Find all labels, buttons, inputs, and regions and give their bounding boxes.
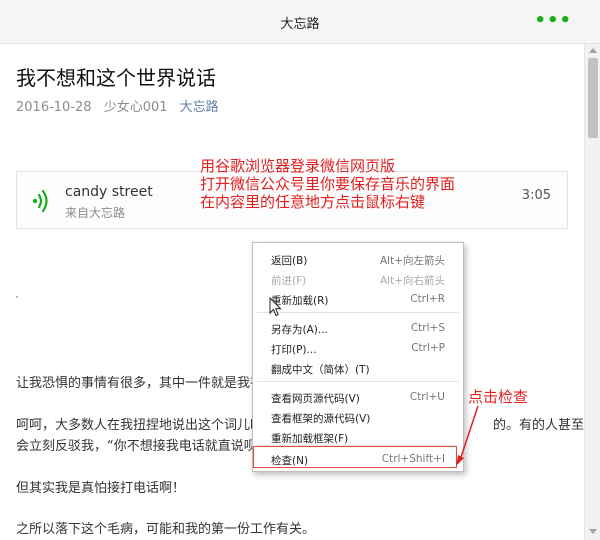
menu-item-save-as[interactable]: 另存为(A)... Ctrl+S bbox=[253, 318, 463, 338]
window-title: 大忘路 bbox=[280, 17, 320, 32]
article-author: 少女心001 bbox=[103, 100, 168, 115]
instruction-annotation: 用谷歌浏览器登录微信网页版 打开微信公众号里你要保存音乐的界面 在内容里的任意地… bbox=[200, 157, 455, 211]
context-menu: 返回(B) Alt+向左箭头 前进(F) Alt+向右箭头 重新加载(R) Ct… bbox=[252, 242, 464, 472]
article-title: 我不想和这个世界说话 bbox=[16, 66, 216, 90]
instruction-step: 打开微信公众号里你要保存音乐的界面 bbox=[200, 175, 456, 193]
menu-item-reload-frame[interactable]: 重新加载框架(F) bbox=[253, 427, 463, 447]
menu-item-label: 查看框架的源代码(V) bbox=[271, 413, 371, 425]
song-title: candy street bbox=[65, 184, 153, 200]
menu-separator bbox=[257, 312, 459, 313]
menu-item-print[interactable]: 打印(P)... Ctrl+P bbox=[253, 338, 463, 358]
vertical-scrollbar[interactable] bbox=[584, 44, 600, 540]
menu-item-forward[interactable]: 前进(F) Alt+向右箭头 bbox=[253, 269, 463, 289]
paragraph: 但其实我是真怕接打电话啊！ bbox=[16, 481, 186, 496]
sound-wave-icon[interactable] bbox=[31, 189, 51, 213]
menu-item-shortcut: Alt+向左箭头 bbox=[379, 255, 445, 267]
article-meta: 2016-10-28 少女心001 大忘路 bbox=[16, 96, 227, 115]
account-link[interactable]: 大忘路 bbox=[180, 100, 219, 115]
menu-item-label: 重新加载框架(F) bbox=[271, 433, 349, 445]
song-duration: 3:05 bbox=[521, 188, 551, 203]
paragraph: 的。有的人甚至 bbox=[493, 418, 585, 433]
menu-item-reload[interactable]: 重新加载(R) Ctrl+R bbox=[253, 289, 463, 309]
menu-item-translate[interactable]: 翻成中文（简体）(T) bbox=[253, 358, 463, 378]
menu-item-back[interactable]: 返回(B) Alt+向左箭头 bbox=[253, 249, 463, 269]
menu-item-label: 另存为(A)... bbox=[271, 324, 328, 336]
menu-item-shortcut: Ctrl+R bbox=[410, 293, 445, 305]
divider-dot bbox=[16, 296, 18, 298]
more-dots-icon[interactable]: ••• bbox=[534, 12, 572, 30]
arrow-icon bbox=[456, 405, 479, 466]
paragraph: 之所以落下这个毛病，可能和我的第一份工作有关。 bbox=[16, 522, 316, 537]
article-date: 2016-10-28 bbox=[16, 100, 92, 115]
paragraph: 让我恐惧的事情有很多，其中一件就是我有 bbox=[16, 376, 264, 391]
song-source: 来自大忘路 bbox=[65, 206, 126, 220]
mouse-cursor-icon bbox=[269, 297, 282, 317]
paragraph: 会立刻反驳我，“你不想接我电话就直说呗 bbox=[16, 439, 257, 454]
inspect-highlight-box bbox=[253, 446, 457, 468]
scroll-up-icon[interactable] bbox=[589, 48, 597, 53]
instruction-step: 用谷歌浏览器登录微信网页版 bbox=[200, 157, 396, 175]
instruction-step: 在内容里的任意地方点击鼠标右键 bbox=[200, 193, 426, 211]
title-bar: 大忘路 ••• bbox=[0, 0, 600, 44]
scroll-down-icon[interactable] bbox=[589, 529, 597, 534]
menu-item-label: 翻成中文（简体）(T) bbox=[271, 364, 370, 376]
scrollbar-thumb[interactable] bbox=[588, 58, 598, 138]
menu-item-label: 查看网页源代码(V) bbox=[271, 393, 360, 405]
menu-item-label: 打印(P)... bbox=[271, 344, 317, 356]
menu-item-shortcut: Ctrl+S bbox=[410, 322, 445, 334]
menu-item-view-source[interactable]: 查看网页源代码(V) Ctrl+U bbox=[253, 387, 463, 407]
menu-item-shortcut: Ctrl+P bbox=[411, 342, 445, 354]
paragraph: 呵呵，大多数人在我扭捏地说出这个词儿时 bbox=[16, 418, 264, 433]
menu-item-shortcut: Alt+向右箭头 bbox=[379, 275, 445, 287]
menu-item-shortcut: Ctrl+U bbox=[409, 391, 445, 403]
menu-item-label: 返回(B) bbox=[271, 255, 308, 267]
menu-separator bbox=[257, 381, 459, 382]
menu-item-view-frame-source[interactable]: 查看框架的源代码(V) bbox=[253, 407, 463, 427]
menu-item-label: 前进(F) bbox=[271, 275, 307, 287]
